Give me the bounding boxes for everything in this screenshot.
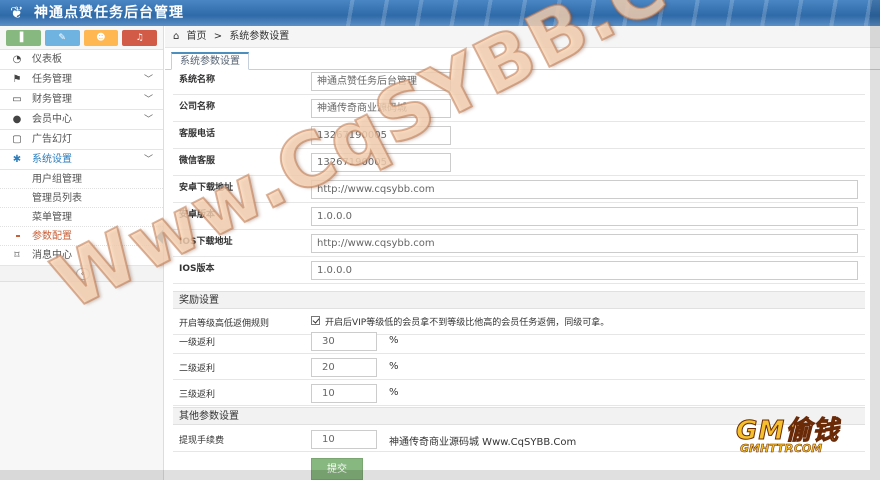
breadcrumb: ⌂ 首页 > 系统参数设置: [165, 26, 880, 48]
breadcrumb-separator: >: [213, 31, 223, 42]
android-version-input[interactable]: 1.0.0.0: [311, 207, 858, 226]
android-url-input[interactable]: http://www.cqsybb.com: [311, 180, 858, 199]
sidebar-item-tasks[interactable]: ⚑ 任务管理 ﹀: [0, 70, 163, 90]
rule-description: 开启后VIP等级低的会员拿不到等级比他高的会员任务返佣，同级可拿。: [325, 318, 610, 328]
feather-icon: ❦: [10, 3, 24, 22]
field-label: 安卓版本: [179, 210, 216, 220]
top-header: ❦ 神通点赞任务后台管理: [0, 0, 880, 26]
sidebar-item-label: 系统设置: [32, 154, 72, 165]
breadcrumb-home[interactable]: 首页: [187, 31, 207, 42]
rule-checkbox[interactable]: [311, 316, 320, 325]
system-name-input[interactable]: 神通点赞任务后台管理: [311, 72, 451, 91]
unit-label: %: [389, 387, 399, 398]
sidebar-item-dashboard[interactable]: ◔ 仪表板: [0, 50, 163, 70]
ios-version-input[interactable]: 1.0.0.0: [311, 261, 858, 280]
breadcrumb-current: 系统参数设置: [229, 31, 290, 42]
sidebar: ▌ ✎ ☻ ♫ ◔ 仪表板 ⚑ 任务管理 ﹀ ▭ 财务管理 ﹀ ● 会员中心 ﹀…: [0, 26, 164, 480]
sidebar-collapse: «: [0, 266, 163, 282]
field-label: 微信客服: [179, 156, 216, 166]
signal-icon[interactable]: ▌: [6, 30, 41, 46]
form-row-android-version: 安卓版本 1.0.0.0: [173, 203, 865, 230]
sidebar-item-system-settings[interactable]: ✱ 系统设置 ﹀: [0, 150, 163, 170]
home-icon: ⌂: [173, 31, 180, 42]
sidebar-item-ads[interactable]: ▢ 广告幻灯: [0, 130, 163, 150]
flag-icon: ⚑: [12, 74, 22, 85]
cogs-icon: ✱: [12, 154, 22, 165]
form-row-ios-url: IOS下载地址 http://www.cqsybb.com: [173, 230, 865, 257]
field-label: IOS版本: [179, 264, 215, 274]
sidebar-subitem-params[interactable]: 参数配置: [0, 227, 163, 246]
field-label: IOS下载地址: [179, 237, 233, 247]
inbox-icon: ▭: [12, 94, 22, 105]
fee-note: 神通传奇商业源码城 Www.CqSYBB.Com: [389, 437, 577, 448]
field-label: 二级返利: [179, 364, 216, 374]
unit-label: %: [389, 361, 399, 372]
field-label: 公司名称: [179, 102, 216, 112]
service-phone-input[interactable]: 13267190005: [311, 126, 451, 145]
field-label: 系统名称: [179, 75, 216, 85]
sidebar-item-finance[interactable]: ▭ 财务管理 ﹀: [0, 90, 163, 110]
picture-icon: ▢: [12, 134, 22, 145]
level1-rebate-input[interactable]: 30: [311, 332, 377, 351]
ios-url-input[interactable]: http://www.cqsybb.com: [311, 234, 858, 253]
sidebar-subitem-admins[interactable]: 管理员列表: [0, 189, 163, 208]
users-icon[interactable]: ☻: [83, 30, 119, 46]
header-decoration: [320, 0, 880, 26]
level3-rebate-input[interactable]: 10: [311, 384, 377, 403]
reward-level-row: 三级返利 10 %: [173, 381, 865, 406]
main-content: ⌂ 首页 > 系统参数设置 系统参数设置 系统名称 神通点赞任务后台管理 公司名…: [165, 26, 880, 480]
dashboard-icon: ◔: [12, 54, 22, 65]
chevron-down-icon: ﹀: [143, 95, 153, 105]
field-label: 一级返利: [179, 338, 216, 348]
wechat-service-input[interactable]: 13267190005: [311, 153, 451, 172]
app-title: 神通点赞任务后台管理: [34, 5, 184, 21]
chevron-down-icon: ﹀: [143, 75, 153, 85]
bell-icon[interactable]: ♫: [122, 30, 157, 46]
withdraw-fee-input[interactable]: 10: [311, 430, 377, 449]
reward-level-row: 一级返利 30 %: [173, 329, 865, 354]
sidebar-item-label: 仪表板: [32, 54, 62, 65]
field-label: 三级返利: [179, 390, 216, 400]
section-reward: 奖励设置: [173, 291, 865, 309]
field-label: 开启等级高低返佣规则: [179, 319, 270, 329]
sidebar-item-label: 广告幻灯: [32, 134, 72, 145]
form-row-company-name: 公司名称 神通传奇商业源码城: [173, 95, 865, 122]
user-icon: ●: [12, 114, 22, 125]
unit-label: %: [389, 335, 399, 346]
form-row-system-name: 系统名称 神通点赞任务后台管理: [173, 68, 865, 95]
field-label: 提现手续费: [179, 436, 225, 446]
shortcut-bar: ▌ ✎ ☻ ♫: [0, 26, 163, 50]
form-row-service-phone: 客服电话 13267190005: [173, 122, 865, 149]
section-other: 其他参数设置: [173, 407, 865, 425]
sidebar-item-messages[interactable]: ⌑ 消息中心: [0, 246, 163, 266]
withdraw-fee-row: 提现手续费 10 神通传奇商业源码城 Www.CqSYBB.Com: [173, 427, 865, 452]
sidebar-item-label: 消息中心: [32, 250, 72, 261]
company-name-input[interactable]: 神通传奇商业源码城: [311, 99, 451, 118]
field-label: 客服电话: [179, 129, 216, 139]
sidebar-item-label: 财务管理: [32, 94, 72, 105]
submit-button[interactable]: 提交: [311, 458, 363, 480]
bookmark-icon: ⌑: [14, 250, 20, 261]
form-row-android-url: 安卓下载地址 http://www.cqsybb.com: [173, 176, 865, 203]
reward-level-row: 二级返利 20 %: [173, 355, 865, 380]
sidebar-item-label: 会员中心: [32, 114, 72, 125]
collapse-icon[interactable]: «: [76, 268, 90, 280]
field-label: 安卓下载地址: [179, 183, 234, 193]
chevron-down-icon: ﹀: [143, 115, 153, 125]
settings-form: 系统名称 神通点赞任务后台管理 公司名称 神通传奇商业源码城 客服电话 1326…: [173, 68, 865, 284]
sidebar-subitem-menus[interactable]: 菜单管理: [0, 208, 163, 227]
level2-rebate-input[interactable]: 20: [311, 358, 377, 377]
sidebar-item-label: 任务管理: [32, 74, 72, 85]
form-row-wechat: 微信客服 13267190005: [173, 149, 865, 176]
pencil-icon[interactable]: ✎: [44, 30, 80, 46]
sidebar-item-members[interactable]: ● 会员中心 ﹀: [0, 110, 163, 130]
form-row-ios-version: IOS版本 1.0.0.0: [173, 257, 865, 284]
chevron-down-icon: ﹀: [143, 155, 153, 165]
sidebar-subitem-user-groups[interactable]: 用户组管理: [0, 170, 163, 189]
